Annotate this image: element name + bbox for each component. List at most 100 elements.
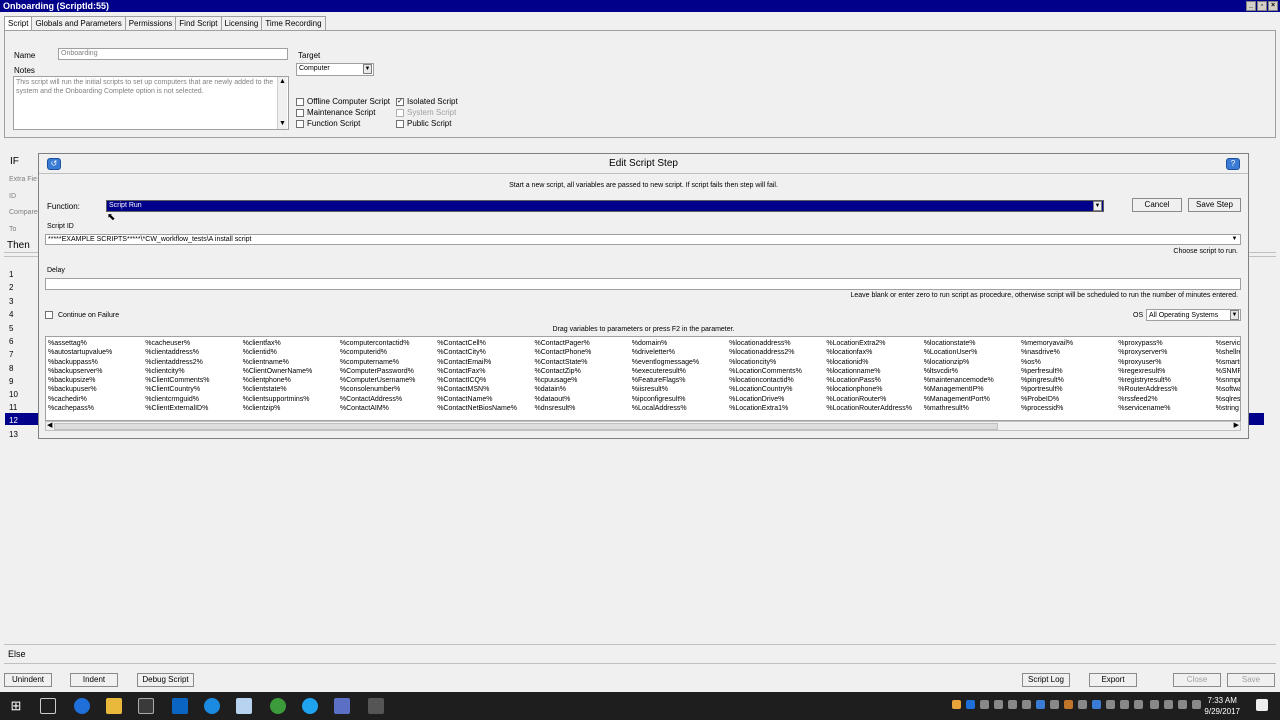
variable-item[interactable]: %locationid% <box>826 358 912 367</box>
variable-item[interactable]: %clientaddress2% <box>145 358 209 367</box>
variable-item[interactable]: %datain% <box>535 385 592 394</box>
system-clock[interactable]: 7:33 AM 9/29/2017 <box>1204 695 1240 717</box>
variable-item[interactable]: %LocationUser% <box>924 348 994 357</box>
variable-item[interactable]: %regexresult% <box>1118 367 1177 376</box>
delay-input[interactable] <box>45 278 1241 290</box>
maintenance-script-check[interactable]: Maintenance Script <box>296 108 375 117</box>
row-number[interactable]: 6 <box>9 337 13 346</box>
variable-item[interactable]: %sqlres <box>1216 395 1240 404</box>
scroll-up-icon[interactable]: ▲ <box>279 78 286 86</box>
variable-item[interactable]: %ContactName% <box>437 395 517 404</box>
variable-item[interactable]: %LocalAddress% <box>632 404 699 413</box>
tray-icon[interactable] <box>1036 700 1045 709</box>
skype-icon[interactable] <box>302 698 318 714</box>
variable-item[interactable]: %pingresult% <box>1021 376 1073 385</box>
variable-item[interactable]: %ContactFax% <box>437 367 517 376</box>
variable-item[interactable]: %clientfax% <box>243 339 313 348</box>
variable-item[interactable]: %LocationRouterAddress% <box>826 404 912 413</box>
tray-icon[interactable] <box>1120 700 1129 709</box>
variable-item[interactable]: %LocationDrive% <box>729 395 802 404</box>
windows-start-icon[interactable]: ⊞ <box>8 698 24 714</box>
variable-item[interactable]: %ContactEmail% <box>437 358 517 367</box>
variable-item[interactable]: %ProbeID% <box>1021 395 1073 404</box>
variable-item[interactable]: %backupserver% <box>48 367 112 376</box>
variable-item[interactable]: %nasdrive% <box>1021 348 1073 357</box>
variable-item[interactable]: %LocationComments% <box>729 367 802 376</box>
variable-item[interactable]: %assettag% <box>48 339 112 348</box>
checkmark-icon[interactable]: ✓ <box>396 97 404 106</box>
tab-licensing[interactable]: Licensing <box>220 16 263 30</box>
export-button[interactable]: Export <box>1089 673 1137 687</box>
tab-time-recording[interactable]: Time Recording <box>261 16 326 30</box>
variable-item[interactable]: %ContactPager% <box>535 339 592 348</box>
variable-item[interactable]: %processid% <box>1021 404 1073 413</box>
variable-item[interactable]: %locationcontactid% <box>729 376 802 385</box>
tray-icon[interactable] <box>994 700 1003 709</box>
tray-icon[interactable] <box>1092 700 1101 709</box>
checkbox[interactable] <box>296 108 304 117</box>
variable-item[interactable]: %registryresult% <box>1118 376 1177 385</box>
variable-item[interactable]: %eventlogmessage% <box>632 358 699 367</box>
window-app-icon[interactable] <box>236 698 252 714</box>
keyboard-icon[interactable] <box>1150 700 1159 709</box>
variable-item[interactable]: %ManagementIP% <box>924 385 994 394</box>
variable-item[interactable]: %ContactICQ% <box>437 376 517 385</box>
network-icon[interactable] <box>1178 700 1187 709</box>
checkbox[interactable] <box>396 119 404 128</box>
outlook-icon[interactable] <box>172 698 188 714</box>
debug-script-button[interactable]: Debug Script <box>137 673 194 687</box>
variable-item[interactable]: %clientname% <box>243 358 313 367</box>
variable-item[interactable]: %consolenumber% <box>340 385 415 394</box>
volume-icon[interactable] <box>1192 700 1201 709</box>
variable-item[interactable]: %memoryavail% <box>1021 339 1073 348</box>
tab-script[interactable]: Script <box>4 16 33 30</box>
task-view-icon[interactable] <box>40 698 56 714</box>
variable-item[interactable]: %ipconfigresult% <box>632 395 699 404</box>
scroll-thumb[interactable] <box>54 423 998 430</box>
variable-item[interactable]: %clientaddress% <box>145 348 209 357</box>
script-log-button[interactable]: Script Log <box>1022 673 1070 687</box>
variable-item[interactable]: %backupsize% <box>48 376 112 385</box>
variable-item[interactable]: %LocationPass% <box>826 376 912 385</box>
variable-item[interactable]: %locationcity% <box>729 358 802 367</box>
tray-icon[interactable] <box>1022 700 1031 709</box>
variable-item[interactable]: %snmpr <box>1216 376 1240 385</box>
edge-browser-icon[interactable] <box>74 698 90 714</box>
variable-item[interactable]: %SNMPr <box>1216 367 1240 376</box>
continue-on-failure-check[interactable]: Continue on Failure <box>45 311 119 319</box>
indent-button[interactable]: Indent <box>70 673 118 687</box>
variable-item[interactable]: %cachedir% <box>48 395 112 404</box>
variable-item[interactable]: %driveletter% <box>632 348 699 357</box>
function-script-check[interactable]: Function Script <box>296 119 360 128</box>
tray-icon[interactable] <box>1134 700 1143 709</box>
row-number[interactable]: 8 <box>9 364 13 373</box>
variable-item[interactable]: %clientcity% <box>145 367 209 376</box>
variable-item[interactable]: %clientphone% <box>243 376 313 385</box>
script-id-select[interactable]: *****EXAMPLE SCRIPTS*****\*CW_workflow_t… <box>45 234 1241 245</box>
variable-item[interactable]: %clientzip% <box>243 404 313 413</box>
variable-item[interactable]: %smartr <box>1216 358 1240 367</box>
variable-item[interactable]: %ContactCity% <box>437 348 517 357</box>
variable-item[interactable]: %dataout% <box>535 395 592 404</box>
variable-item[interactable]: %ContactNetBiosName% <box>437 404 517 413</box>
variable-item[interactable]: %locationzip% <box>924 358 994 367</box>
os-select[interactable]: All Operating Systems ▼ <box>1146 309 1241 321</box>
variable-item[interactable]: %iisresult% <box>632 385 699 394</box>
variable-item[interactable]: %ClientOwnerName% <box>243 367 313 376</box>
variable-item[interactable]: %RouterAddress% <box>1118 385 1177 394</box>
variable-item[interactable]: %computername% <box>340 358 415 367</box>
row-number[interactable]: 7 <box>9 350 13 359</box>
chevron-down-icon[interactable]: ▼ <box>1230 235 1239 244</box>
tray-icon[interactable] <box>1008 700 1017 709</box>
bluetooth-icon[interactable] <box>1050 700 1059 709</box>
help-icon[interactable]: ? <box>1226 158 1240 170</box>
variable-item[interactable]: %ComputerUsername% <box>340 376 415 385</box>
variable-item[interactable]: %locationstate% <box>924 339 994 348</box>
public-script-check[interactable]: Public Script <box>396 119 451 128</box>
function-select[interactable]: Script Run ▼ <box>106 200 1104 212</box>
row-number[interactable]: 2 <box>9 283 13 292</box>
automate-app-icon[interactable] <box>334 698 350 714</box>
variable-item[interactable]: %mathresult% <box>924 404 994 413</box>
variable-item[interactable]: %executeresult% <box>632 367 699 376</box>
cancel-button[interactable]: Cancel <box>1132 198 1182 212</box>
